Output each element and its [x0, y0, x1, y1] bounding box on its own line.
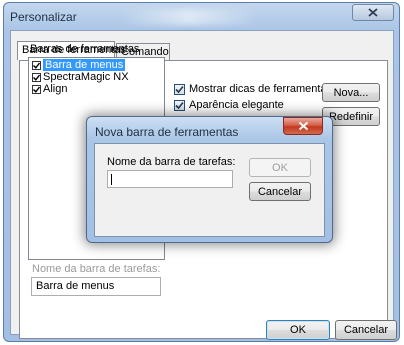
window-close-button[interactable] [352, 4, 394, 21]
toolbar-name-field[interactable]: Barra de menus [31, 277, 161, 296]
show-tips-checkbox[interactable] [174, 83, 185, 95]
new-toolbar-ok-button[interactable]: OK [249, 158, 311, 177]
checkmark-icon [175, 101, 184, 109]
elegant-appearance-label: Aparência elegante [189, 99, 284, 111]
close-icon [298, 121, 308, 131]
elegant-appearance-option[interactable]: Aparência elegante [174, 99, 284, 111]
new-toolbar-button[interactable]: Nova... [322, 83, 380, 102]
toolbar-item-label: Align [43, 83, 68, 95]
new-toolbar-dialog-client: Nome da barra de tarefas: OK Cancelar [94, 143, 325, 237]
cancel-button[interactable]: Cancelar [335, 320, 397, 340]
title-bar[interactable]: Personalizar [4, 3, 399, 31]
new-toolbar-close-button[interactable] [283, 117, 323, 135]
toolbar-name-value: Barra de menus [36, 280, 115, 292]
checkmark-icon [33, 62, 40, 69]
new-toolbar-button-label: Nova... [333, 86, 369, 99]
checkmark-icon [33, 74, 40, 81]
new-toolbar-dialog-title: Nova barra de ferramentas [95, 125, 239, 139]
new-toolbar-cancel-label: Cancelar [257, 185, 303, 198]
ok-button[interactable]: OK [266, 320, 330, 340]
toolbar-item-label: Barra de menus [43, 59, 126, 71]
cancel-button-label: Cancelar [343, 324, 389, 336]
show-tips-option[interactable]: Mostrar dicas de ferramentas [174, 83, 332, 95]
new-toolbar-ok-label: OK [272, 161, 288, 174]
new-toolbar-dialog: Nova barra de ferramentas Nome da barra … [86, 116, 333, 243]
checkmark-icon [33, 86, 40, 93]
ok-button-label: OK [290, 324, 306, 336]
list-item[interactable]: Align [32, 83, 67, 95]
reset-button-label: Redefinir [328, 110, 374, 123]
toolbar-checkbox[interactable] [32, 72, 41, 82]
text-caret [111, 174, 112, 185]
checkmark-icon [175, 85, 184, 93]
list-item[interactable]: SpectraMagic NX [32, 71, 129, 83]
window-title: Personalizar [10, 10, 77, 24]
list-item[interactable]: Barra de menus [32, 59, 126, 71]
close-icon [368, 8, 378, 17]
toolbar-checkbox[interactable] [32, 84, 41, 94]
elegant-appearance-checkbox[interactable] [174, 99, 185, 111]
toolbar-name-label: Nome da barra de tarefas: [32, 263, 161, 275]
show-tips-label: Mostrar dicas de ferramentas [189, 83, 333, 95]
new-toolbar-name-input[interactable] [107, 170, 233, 188]
toolbar-item-label: SpectraMagic NX [43, 71, 129, 83]
new-toolbar-name-label: Nome da barra de tarefas: [107, 156, 236, 168]
toolbars-section-label: Barras de ferramentas [30, 43, 140, 55]
title-bar-glow [119, 9, 259, 25]
toolbar-checkbox[interactable] [32, 60, 41, 70]
new-toolbar-cancel-button[interactable]: Cancelar [249, 182, 311, 201]
